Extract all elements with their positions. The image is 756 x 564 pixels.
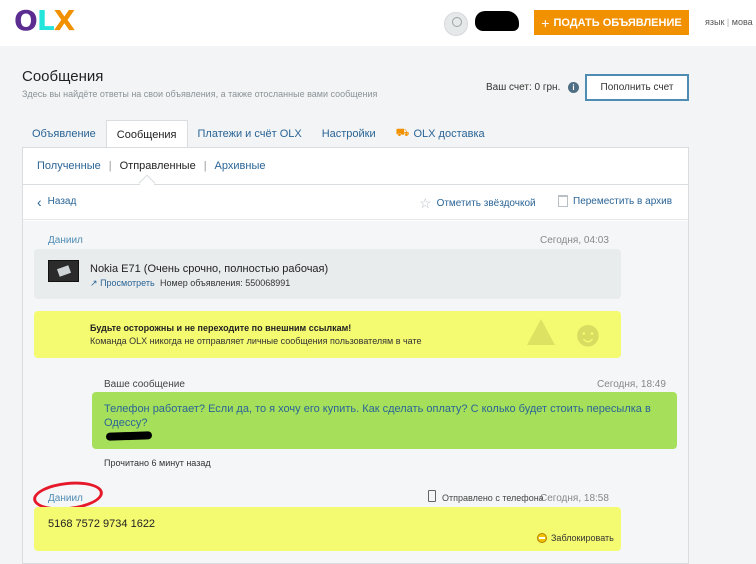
ad-title[interactable]: Nokia E71 (Очень срочно, полностью рабоч… — [90, 263, 328, 275]
top-bar: OLX + ПОДАТЬ ОБЪЯВЛЕНИЕ язык | мова — [0, 0, 756, 46]
ad-card: Nokia E71 (Очень срочно, полностью рабоч… — [34, 249, 621, 299]
lang-ru[interactable]: язык — [705, 17, 724, 27]
tab-ads[interactable]: Объявление — [22, 120, 106, 147]
redacted-username — [475, 11, 519, 31]
language-switcher[interactable]: язык | мова — [705, 17, 753, 27]
star-button[interactable]: ☆ Отметить звёздочкой — [419, 195, 536, 212]
conversation-toolbar: ‹ Назад ☆ Отметить звёздочкой Переместит… — [23, 184, 688, 220]
archive-button[interactable]: Переместить в архив — [558, 195, 672, 207]
tab-settings[interactable]: Настройки — [312, 120, 386, 147]
phone-icon — [428, 490, 436, 502]
trash-icon — [558, 195, 568, 207]
tab-delivery[interactable]: ⛟ OLX доставка — [386, 120, 495, 147]
folder-archived[interactable]: Архивные — [215, 160, 266, 172]
block-button[interactable]: Заблокировать — [537, 533, 614, 543]
warning-icon — [527, 319, 555, 345]
truck-icon: ⛟ — [395, 126, 410, 139]
safety-warning: Будьте осторожны и не переходите по внеш… — [34, 311, 621, 358]
sent-from-phone: Отправлено с телефона — [442, 493, 544, 503]
info-icon[interactable]: i — [568, 82, 579, 93]
ad-number: Номер объявления: 550068991 — [160, 278, 291, 288]
ad-view-link[interactable]: ↗ Просмотреть — [90, 278, 155, 289]
reply-text: 5168 7572 9734 1622 — [48, 518, 156, 530]
folder-separator: | — [203, 160, 207, 172]
olx-logo[interactable]: OLX — [14, 4, 75, 44]
external-link-icon: ↗ — [90, 278, 98, 288]
account-balance: Ваш счет: 0 грн. — [486, 82, 561, 93]
user-avatar-icon[interactable] — [444, 12, 468, 36]
plus-icon: + — [541, 14, 550, 31]
warning-text: Команда OLX никогда не отправляет личные… — [90, 336, 422, 346]
conversation-thread: Даниил Сегодня, 04:03 Nokia E71 (Очень с… — [23, 221, 688, 563]
my-message-label: Ваше сообщение — [104, 379, 185, 390]
tab-messages[interactable]: Сообщения — [105, 120, 188, 148]
ad-view-label: Просмотреть — [100, 278, 155, 288]
reply-bubble: 5168 7572 9734 1622 Заблокировать — [34, 507, 621, 551]
my-message-date: Сегодня, 18:49 — [597, 379, 666, 390]
warning-figure-icon: ☻ — [569, 313, 607, 354]
folder-sent[interactable]: Отправленные — [120, 160, 196, 172]
message-date: Сегодня, 04:03 — [540, 235, 609, 246]
lang-separator: | — [726, 17, 730, 27]
reply-date: Сегодня, 18:58 — [540, 493, 609, 504]
folder-separator: | — [108, 160, 112, 172]
ad-thumbnail[interactable] — [48, 260, 79, 282]
archive-label: Переместить в архив — [573, 195, 673, 207]
block-icon — [537, 533, 547, 543]
back-label: Назад — [47, 196, 77, 207]
read-status: Прочитано 6 минут назад — [104, 458, 211, 468]
redacted-signature — [105, 431, 153, 441]
logo-letter-o: O — [14, 4, 38, 37]
post-ad-button[interactable]: + ПОДАТЬ ОБЪЯВЛЕНИЕ — [534, 10, 689, 35]
my-message-text: Телефон работает? Если да, то я хочу его… — [104, 403, 651, 429]
page-title: Сообщения — [22, 68, 104, 85]
topup-button[interactable]: Пополнить счет — [585, 74, 689, 101]
logo-letter-x: X — [53, 4, 76, 37]
chevron-left-icon: ‹ — [37, 193, 42, 210]
post-ad-label: ПОДАТЬ ОБЪЯВЛЕНИЕ — [553, 16, 682, 29]
message-author[interactable]: Даниил — [48, 235, 83, 246]
tab-payments[interactable]: Платежи и счёт OLX — [188, 120, 312, 147]
tab-delivery-label: OLX доставка — [413, 127, 485, 140]
star-label: Отметить звёздочкой — [436, 198, 536, 209]
warning-title: Будьте осторожны и не переходите по внеш… — [90, 323, 352, 333]
my-message-bubble: Телефон работает? Если да, то я хочу его… — [92, 392, 677, 449]
star-icon: ☆ — [419, 195, 432, 211]
block-label: Заблокировать — [551, 533, 614, 543]
main-tabs: Объявление Сообщения Платежи и счёт OLX … — [22, 120, 495, 148]
logo-letter-l: L — [36, 4, 55, 37]
page-subtitle: Здесь вы найдёте ответы на свои объявлен… — [22, 89, 378, 99]
messages-panel: Полученные | Отправленные | Архивные ‹ Н… — [22, 147, 689, 564]
lang-uk[interactable]: мова — [732, 17, 753, 27]
message-folders: Полученные | Отправленные | Архивные — [37, 160, 265, 172]
back-button[interactable]: ‹ Назад — [37, 193, 77, 210]
folder-received[interactable]: Полученные — [37, 160, 101, 172]
